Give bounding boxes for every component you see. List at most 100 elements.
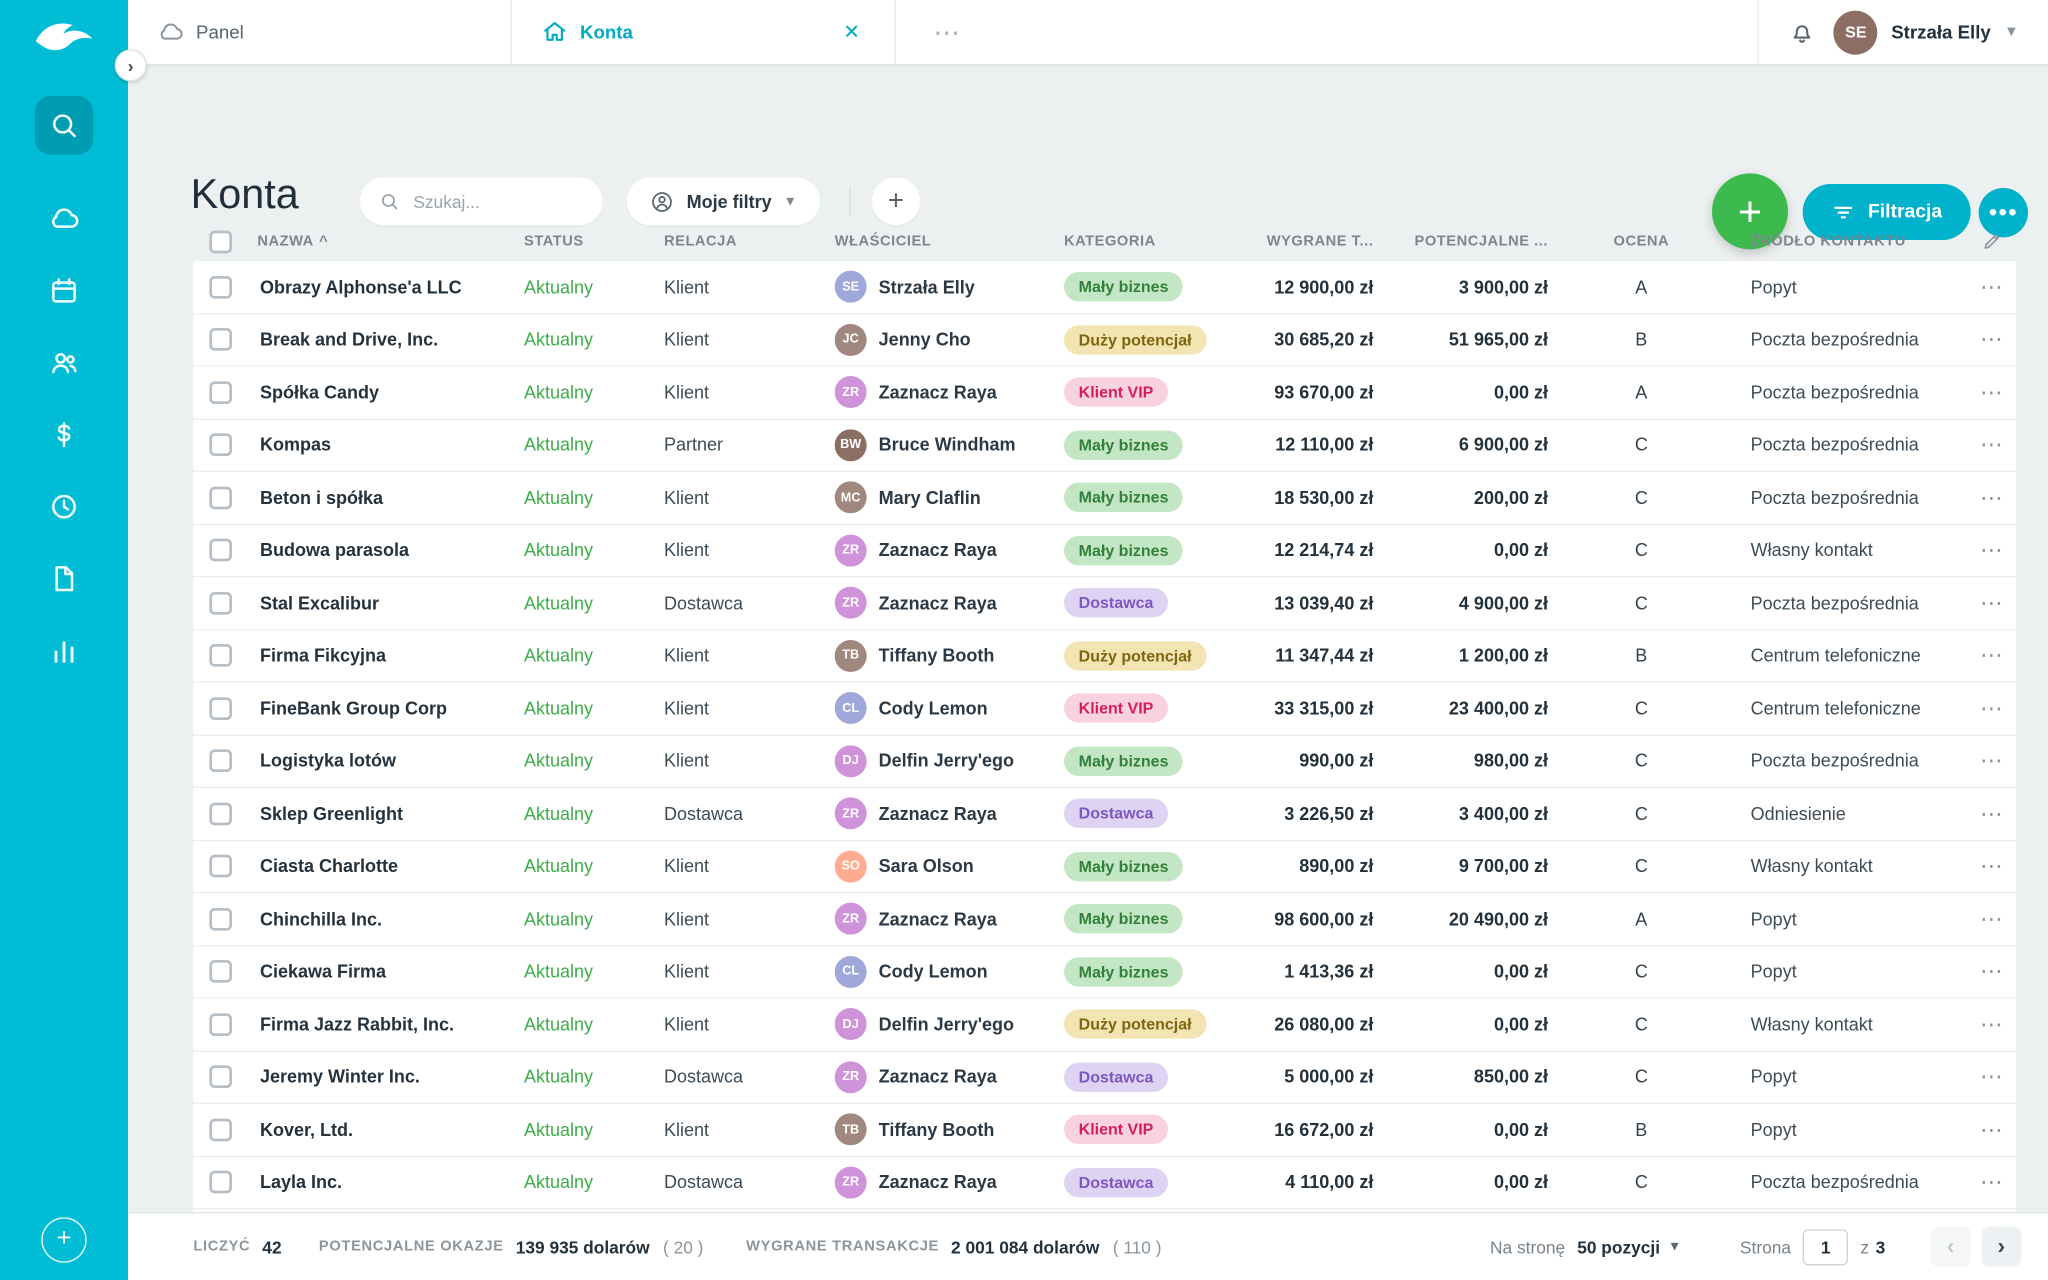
table-row[interactable]: Chinchilla Inc. Aktualny Klient ZR Zazna… (193, 893, 2016, 946)
table-row[interactable]: Layla Inc. Aktualny Dostawca ZR Zaznacz … (193, 1156, 2016, 1210)
row-checkbox[interactable] (209, 696, 232, 720)
column-header-won[interactable]: WYGRANE T... (1251, 233, 1384, 249)
column-header-category[interactable]: KATEGORIA (1064, 233, 1251, 249)
table-row[interactable]: Jeremy Winter Inc. Aktualny Dostawca ZR … (193, 1051, 2016, 1104)
account-name[interactable]: Budowa parasola (257, 540, 524, 560)
column-header-relation[interactable]: RELACJA (664, 233, 835, 249)
account-name[interactable]: Kover, Ltd. (257, 1120, 524, 1140)
tab-panel[interactable]: Panel (128, 0, 512, 64)
row-checkbox[interactable] (209, 433, 232, 457)
account-name[interactable]: Ciekawa Firma (257, 962, 524, 982)
row-checkbox[interactable] (209, 1012, 232, 1036)
sidebar-item-reports[interactable] (35, 621, 94, 680)
account-name[interactable]: Ciasta Charlotte (257, 856, 524, 876)
notifications-bell-icon[interactable] (1789, 18, 1817, 46)
row-actions-ellipsis[interactable]: ⋯ (1980, 1013, 2004, 1036)
row-actions-ellipsis[interactable]: ⋯ (1980, 697, 2004, 720)
row-actions-ellipsis[interactable]: ⋯ (1980, 328, 2004, 351)
table-row[interactable]: Firma Fikcyjna Aktualny Klient TB Tiffan… (193, 629, 2016, 683)
account-name[interactable]: Logistyka lotów (257, 751, 524, 771)
column-header-status[interactable]: STATUS (524, 233, 664, 249)
row-actions-ellipsis[interactable]: ⋯ (1980, 750, 2004, 773)
row-actions-ellipsis[interactable]: ⋯ (1980, 486, 2004, 509)
row-actions-ellipsis[interactable]: ⋯ (1980, 1171, 2004, 1194)
account-name[interactable]: Spółka Candy (257, 382, 524, 402)
account-name[interactable]: Kompas (257, 435, 524, 455)
account-name[interactable]: Sklep Greenlight (257, 804, 524, 824)
row-checkbox[interactable] (209, 1065, 232, 1089)
row-checkbox[interactable] (209, 907, 232, 931)
table-row[interactable]: FineBank Group Corp Aktualny Klient CL C… (193, 682, 2016, 736)
row-checkbox[interactable] (209, 802, 232, 825)
row-checkbox[interactable] (209, 960, 232, 983)
table-row[interactable]: Obrazy Alphonse'a LLC Aktualny Klient SE… (193, 261, 2016, 314)
table-row[interactable]: Ciasta Charlotte Aktualny Klient SO Sara… (193, 840, 2016, 894)
row-checkbox[interactable] (209, 1118, 232, 1141)
row-actions-ellipsis[interactable]: ⋯ (1980, 539, 2004, 562)
sidebar-item-sales[interactable] (35, 405, 94, 464)
account-name[interactable]: Obrazy Alphonse'a LLC (257, 277, 524, 297)
row-checkbox[interactable] (209, 1170, 232, 1194)
row-actions-ellipsis[interactable]: ⋯ (1980, 592, 2004, 615)
next-page-button[interactable]: › (1981, 1226, 2022, 1267)
account-name[interactable]: Layla Inc. (257, 1172, 524, 1192)
sidebar-expand-toggle[interactable]: › (114, 49, 147, 82)
table-row[interactable]: Sklep Greenlight Aktualny Dostawca ZR Za… (193, 787, 2016, 841)
account-name[interactable]: Firma Jazz Rabbit, Inc. (257, 1014, 524, 1034)
table-row[interactable]: Break and Drive, Inc. Aktualny Klient JC… (193, 313, 2016, 367)
account-name[interactable]: Break and Drive, Inc. (257, 330, 524, 350)
sidebar-add-button[interactable]: + (41, 1217, 87, 1263)
row-checkbox[interactable] (209, 380, 232, 404)
account-name[interactable]: Chinchilla Inc. (257, 909, 524, 929)
column-header-potential[interactable]: POTENCJALNE ... (1384, 233, 1581, 249)
select-all-checkbox[interactable] (209, 229, 232, 253)
sidebar-search-button[interactable] (34, 95, 94, 155)
row-checkbox[interactable] (209, 644, 232, 667)
column-header-source[interactable]: ŹRÓDŁO KONTAKTU (1701, 233, 1968, 249)
table-row[interactable]: Logistyka lotów Aktualny Klient DJ Delfi… (193, 735, 2016, 788)
row-checkbox[interactable] (209, 854, 232, 878)
more-tabs-button[interactable]: ⋯ (933, 15, 961, 48)
tab-close-icon[interactable]: ✕ (838, 15, 865, 50)
row-actions-ellipsis[interactable]: ⋯ (1980, 644, 2004, 667)
row-checkbox[interactable] (209, 328, 232, 351)
row-actions-ellipsis[interactable]: ⋯ (1980, 381, 2004, 404)
table-row[interactable]: Budowa parasola Aktualny Klient ZR Zazna… (193, 524, 2016, 578)
search-input[interactable] (410, 189, 584, 213)
row-checkbox[interactable] (209, 591, 232, 615)
account-name[interactable]: Stal Excalibur (257, 593, 524, 613)
account-name[interactable]: Beton i spółka (257, 488, 524, 508)
tab-konta[interactable]: Konta ✕ (512, 0, 896, 64)
column-header-owner[interactable]: WŁAŚCICIEL (835, 233, 1064, 249)
table-row[interactable]: Spółka Candy Aktualny Klient ZR Zaznacz … (193, 366, 2016, 420)
edit-columns-button[interactable] (1968, 231, 2016, 252)
my-filters-button[interactable]: Moje filtry ▼ (626, 177, 820, 226)
row-actions-ellipsis[interactable]: ⋯ (1980, 434, 2004, 457)
table-row[interactable]: Firma Jazz Rabbit, Inc. Aktualny Klient … (193, 998, 2016, 1052)
row-actions-ellipsis[interactable]: ⋯ (1980, 855, 2004, 878)
column-header-rating[interactable]: OCENA (1581, 233, 1701, 249)
sidebar-item-dashboard[interactable] (35, 189, 94, 248)
row-checkbox[interactable] (209, 538, 232, 562)
table-row[interactable]: Kompas Aktualny Partner BW Bruce Windham… (193, 419, 2016, 472)
table-row[interactable]: Stal Excalibur Aktualny Dostawca ZR Zazn… (193, 577, 2016, 630)
user-menu[interactable]: SE Strzała Elly ▼ (1833, 9, 2019, 54)
table-row[interactable]: Kover, Ltd. Aktualny Klient TB Tiffany B… (193, 1103, 2016, 1157)
sidebar-item-history[interactable] (35, 477, 94, 536)
row-actions-ellipsis[interactable]: ⋯ (1980, 908, 2004, 931)
account-name[interactable]: Firma Fikcyjna (257, 646, 524, 666)
row-actions-ellipsis[interactable]: ⋯ (1980, 802, 2004, 825)
sidebar-item-contacts[interactable] (35, 333, 94, 392)
row-actions-ellipsis[interactable]: ⋯ (1980, 276, 2004, 299)
sidebar-item-documents[interactable] (35, 549, 94, 608)
column-header-name[interactable]: NAZWA ^ (257, 233, 524, 249)
account-name[interactable]: FineBank Group Corp (257, 698, 524, 718)
row-actions-ellipsis[interactable]: ⋯ (1980, 1118, 2004, 1141)
page-number-input[interactable] (1803, 1228, 1849, 1265)
add-view-button[interactable]: + (871, 177, 920, 226)
row-checkbox[interactable] (209, 486, 232, 509)
table-row[interactable]: Ciekawa Firma Aktualny Klient CL Cody Le… (193, 945, 2016, 999)
table-row[interactable]: Beton i spółka Aktualny Klient MC Mary C… (193, 471, 2016, 525)
row-actions-ellipsis[interactable]: ⋯ (1980, 1066, 2004, 1089)
previous-page-button[interactable]: ‹ (1930, 1226, 1971, 1267)
